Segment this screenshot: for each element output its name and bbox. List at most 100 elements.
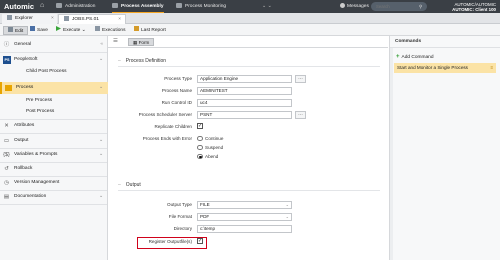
process-type-field[interactable]: Application Engine [197, 75, 292, 83]
report-icon [134, 26, 139, 31]
process-icon [5, 85, 12, 91]
chevron-down-icon: ⌄ [98, 152, 103, 157]
save-icon [30, 26, 35, 31]
radio-continue[interactable] [197, 135, 203, 141]
divider [0, 52, 107, 53]
output-type-label: Output Type [167, 202, 192, 207]
process-type-label: Process Type [164, 76, 192, 81]
section-output[interactable]: – Output [118, 182, 141, 188]
messages-button[interactable]: Messages [340, 0, 369, 13]
chevron-down-icon: ⌄ [285, 214, 289, 219]
sidebar-item-peoplesoft[interactable]: PS PeopleSoft ⌄ [0, 54, 108, 66]
object-sidebar: ⓘ General « PS PeopleSoft ⌄ Child Post Proce… [0, 36, 108, 260]
save-button[interactable]: Save [27, 26, 51, 35]
view-tabs: ☰ ▦ Form [108, 36, 388, 48]
tab-form[interactable]: ▦ Form [128, 38, 155, 46]
nav-process-monitoring[interactable]: Process Monitoring [176, 0, 226, 13]
process-type-browse-button[interactable]: … [295, 75, 306, 83]
radio-continue-label: Continue [205, 136, 224, 141]
commands-header: Commands [390, 36, 500, 48]
form-panel: – Process Definition Process Type Applica… [108, 48, 388, 260]
object-toolbar: Edit Save Execute ⌄ Executions Last Repo… [0, 24, 500, 36]
executions-icon [95, 26, 100, 31]
directory-label: Directory [173, 226, 192, 231]
more-nav-dropdown[interactable]: ⌄ ⌄ [262, 0, 272, 13]
close-icon[interactable]: × [51, 14, 54, 24]
sidebar-item-child-post-process[interactable]: Child Post Process [0, 67, 108, 77]
rollback-icon: ↺ [4, 166, 9, 172]
edit-button[interactable]: Edit [3, 25, 29, 35]
tools-icon: ✕ [4, 123, 9, 129]
peoplesoft-icon: PS [3, 56, 11, 64]
sidebar-item-attributes[interactable]: ✕ Attributes [0, 120, 108, 132]
scheduler-label: Process Scheduler Server [138, 112, 192, 117]
scheduler-field[interactable]: PSNT [197, 111, 292, 119]
section-process-definition[interactable]: – Process Definition [118, 58, 166, 64]
play-icon [56, 26, 61, 31]
sidebar-item-documentation[interactable]: ▤ Documentation ⌄ [0, 191, 108, 203]
radio-suspend[interactable] [197, 144, 203, 150]
last-report-button[interactable]: Last Report [131, 26, 169, 35]
executions-button[interactable]: Executions [92, 26, 128, 35]
list-icon[interactable]: ☰ [113, 38, 118, 44]
divider [0, 133, 107, 134]
search-icon[interactable]: ⚲ [419, 4, 422, 10]
run-control-field[interactable]: uc4 [197, 99, 292, 107]
edit-icon [8, 27, 13, 32]
chevron-down-icon: ⌄ [98, 138, 103, 143]
documentation-icon: ▤ [3, 194, 10, 200]
output-icon: ▭ [3, 138, 10, 144]
process-name-field[interactable]: AEMINITEST [197, 87, 292, 95]
commands-panel: Commands + Add Command Start and Monitor … [389, 36, 500, 260]
user-info[interactable]: AUTOMIC/AUTOMIC AUTOMIC: Client 100 [452, 2, 496, 12]
explorer-icon [7, 14, 12, 20]
chevron-down-icon: ⌄ [285, 202, 289, 207]
sidebar-item-pre-process[interactable]: Pre Process [0, 96, 108, 106]
add-icon: + [396, 54, 400, 60]
sidebar-item-output[interactable]: ▭ Output ⌄ [0, 135, 108, 147]
chevron-down-icon: ⌄ [98, 85, 103, 90]
sidebar-item-general[interactable]: ⓘ General « [0, 39, 108, 51]
sidebar-item-post-process[interactable]: Post Process [0, 107, 108, 117]
replicate-children-checkbox[interactable]: ✓ [197, 123, 203, 129]
process-name-label: Process Name [161, 88, 192, 93]
variables-icon: {$} [3, 152, 10, 158]
replicate-children-label: Replicate Children [154, 124, 192, 129]
chevron-icon: « [100, 42, 103, 47]
administration-icon [56, 2, 62, 8]
directory-field[interactable]: c:\temp [197, 225, 292, 233]
command-icon: ≡ [490, 65, 493, 70]
history-icon: ◷ [4, 180, 9, 186]
command-item[interactable]: Start and Monitor a Single Process ≡ [394, 63, 496, 73]
nav-administration[interactable]: Administration [56, 0, 95, 13]
divider [118, 190, 380, 191]
highlight-box [137, 237, 207, 249]
radio-abend[interactable] [197, 153, 203, 159]
scheduler-browse-button[interactable]: … [295, 111, 306, 119]
nav-process-assembly[interactable]: Process Assembly [112, 0, 164, 13]
sidebar-item-rollback[interactable]: ↺ Rollback [0, 163, 108, 175]
process-assembly-icon [112, 2, 118, 8]
radio-abend-label: Abend [205, 154, 219, 159]
tab-bar: Explorer × JOBS.PS.01 × [0, 13, 500, 24]
chevron-down-icon: ⌄ [98, 194, 103, 199]
automic-logo: Automic [4, 2, 34, 11]
execute-button[interactable]: Execute ⌄ [53, 26, 89, 35]
tab-explorer[interactable]: Explorer [2, 14, 57, 24]
tab-jobs-ps[interactable]: JOBS.PS.01 × [58, 14, 126, 24]
output-type-select[interactable]: FILE ⌄ [197, 201, 292, 209]
divider [0, 204, 107, 205]
job-icon [64, 15, 69, 21]
process-ends-label: Process Ends with Error [142, 136, 192, 141]
file-format-label: File Format [168, 214, 192, 219]
add-command-button[interactable]: + Add Command [396, 54, 434, 60]
sidebar-item-version-management[interactable]: ◷ Version Management [0, 177, 108, 189]
sidebar-item-process[interactable]: Process ⌄ [0, 82, 108, 94]
messages-icon [340, 2, 345, 8]
info-icon: ⓘ [3, 42, 10, 48]
scrollbar[interactable] [390, 48, 393, 260]
run-control-label: Run Control ID [161, 100, 192, 105]
file-format-select[interactable]: PDF ⌄ [197, 213, 292, 221]
home-icon[interactable]: ⌂ [40, 2, 44, 9]
sidebar-item-variables[interactable]: {$} Variables & Prompts ⌄ [0, 149, 108, 161]
